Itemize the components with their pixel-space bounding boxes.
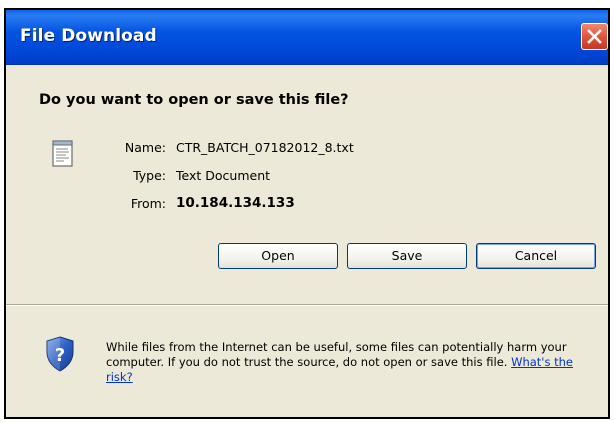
security-shield-icon: ?	[45, 336, 75, 376]
file-name-value: CTR_BATCH_07182012_8.txt	[176, 140, 354, 155]
cancel-button[interactable]: Cancel	[476, 243, 596, 269]
warning-text: While files from the Internet can be use…	[106, 340, 567, 369]
dialog-title: File Download	[20, 26, 157, 46]
svg-text:?: ?	[55, 345, 65, 366]
type-label: Type:	[133, 168, 166, 183]
file-download-dialog: File Download Do you want to open or sav…	[4, 8, 610, 419]
file-type-value: Text Document	[176, 168, 271, 183]
title-bar[interactable]: File Download	[6, 10, 608, 65]
file-source-value: 10.184.134.133	[176, 195, 295, 211]
text-file-icon	[52, 139, 74, 172]
from-label: From:	[130, 196, 166, 211]
name-label: Name:	[124, 140, 166, 155]
open-button[interactable]: Open	[218, 243, 338, 269]
save-button[interactable]: Save	[347, 243, 467, 269]
dialog-question: Do you want to open or save this file?	[39, 92, 349, 108]
divider-highlight	[6, 305, 608, 306]
security-warning: While files from the Internet can be use…	[106, 340, 576, 385]
close-button[interactable]	[581, 23, 608, 50]
close-icon	[587, 29, 602, 44]
